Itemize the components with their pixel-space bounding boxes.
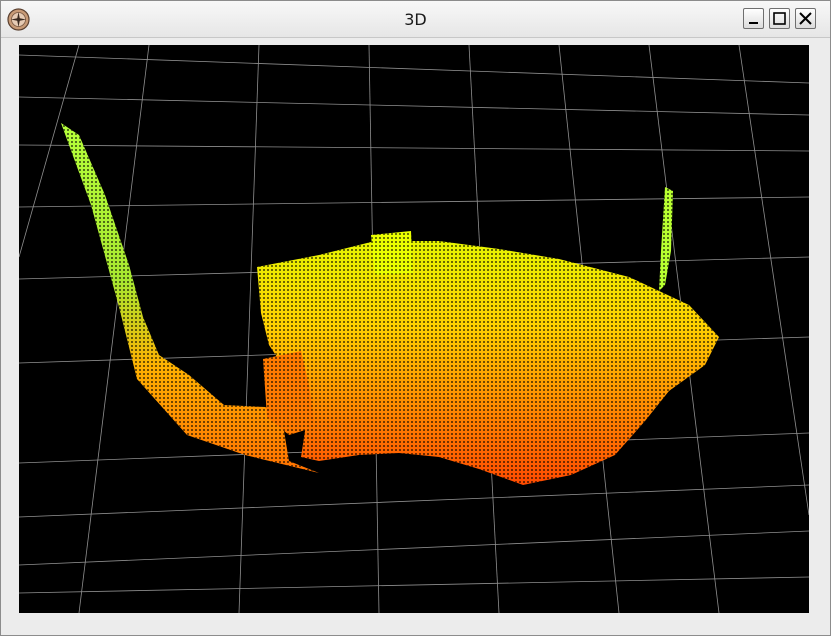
point-cloud-canvas[interactable] [19,45,809,613]
app-window: 3D [0,0,831,636]
minimize-button[interactable] [743,8,764,29]
point-cloud [61,123,719,485]
maximize-button[interactable] [769,8,790,29]
3d-viewport[interactable] [19,45,809,613]
window-title: 3D [404,10,427,29]
minimize-icon [749,22,758,24]
close-button[interactable] [795,8,816,29]
title-bar[interactable]: 3D [1,1,830,38]
maximize-icon [773,12,786,25]
close-icon [799,12,812,25]
